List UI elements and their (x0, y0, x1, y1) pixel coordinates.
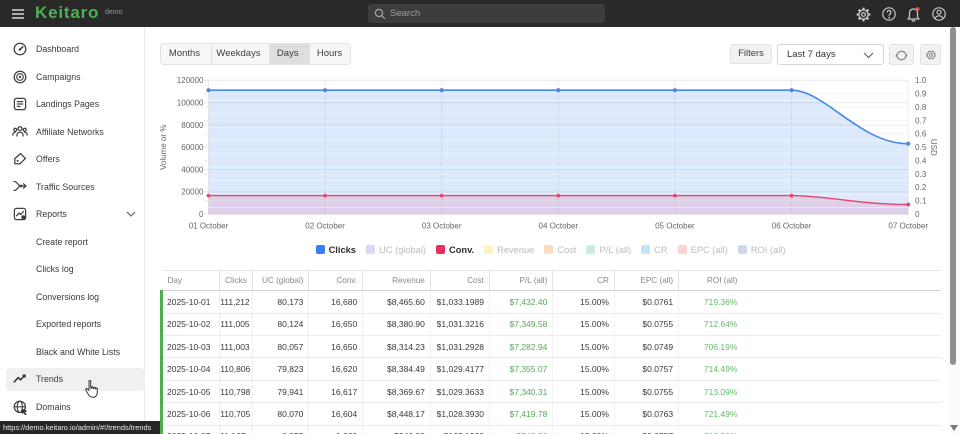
svg-text:100000: 100000 (177, 99, 204, 108)
svg-text:0: 0 (915, 210, 920, 219)
svg-text:60000: 60000 (181, 143, 204, 152)
svg-text:USD: USD (929, 139, 938, 156)
svg-text:40000: 40000 (181, 165, 204, 174)
svg-text:120000: 120000 (177, 76, 204, 85)
svg-text:0.2: 0.2 (915, 183, 927, 192)
svg-text:0.7: 0.7 (915, 116, 927, 125)
svg-text:05 October: 05 October (655, 222, 695, 231)
svg-text:01 October: 01 October (189, 222, 229, 231)
svg-text:Volume or %: Volume or % (159, 125, 168, 170)
svg-text:07 October: 07 October (888, 222, 928, 231)
svg-text:04 October: 04 October (539, 222, 579, 231)
svg-text:20000: 20000 (181, 188, 204, 197)
svg-text:03 October: 03 October (422, 222, 462, 231)
svg-text:0.6: 0.6 (915, 130, 927, 139)
svg-text:0.9: 0.9 (915, 90, 927, 99)
svg-text:0.1: 0.1 (915, 197, 927, 206)
svg-text:80000: 80000 (181, 121, 204, 130)
svg-text:0.3: 0.3 (915, 170, 927, 179)
svg-text:0.8: 0.8 (915, 103, 927, 112)
svg-text:02 October: 02 October (305, 222, 345, 231)
svg-text:0.5: 0.5 (915, 143, 927, 152)
svg-text:0: 0 (199, 210, 204, 219)
svg-text:1.0: 1.0 (915, 76, 927, 85)
svg-text:06 October: 06 October (772, 222, 812, 231)
svg-text:0.4: 0.4 (915, 156, 927, 165)
